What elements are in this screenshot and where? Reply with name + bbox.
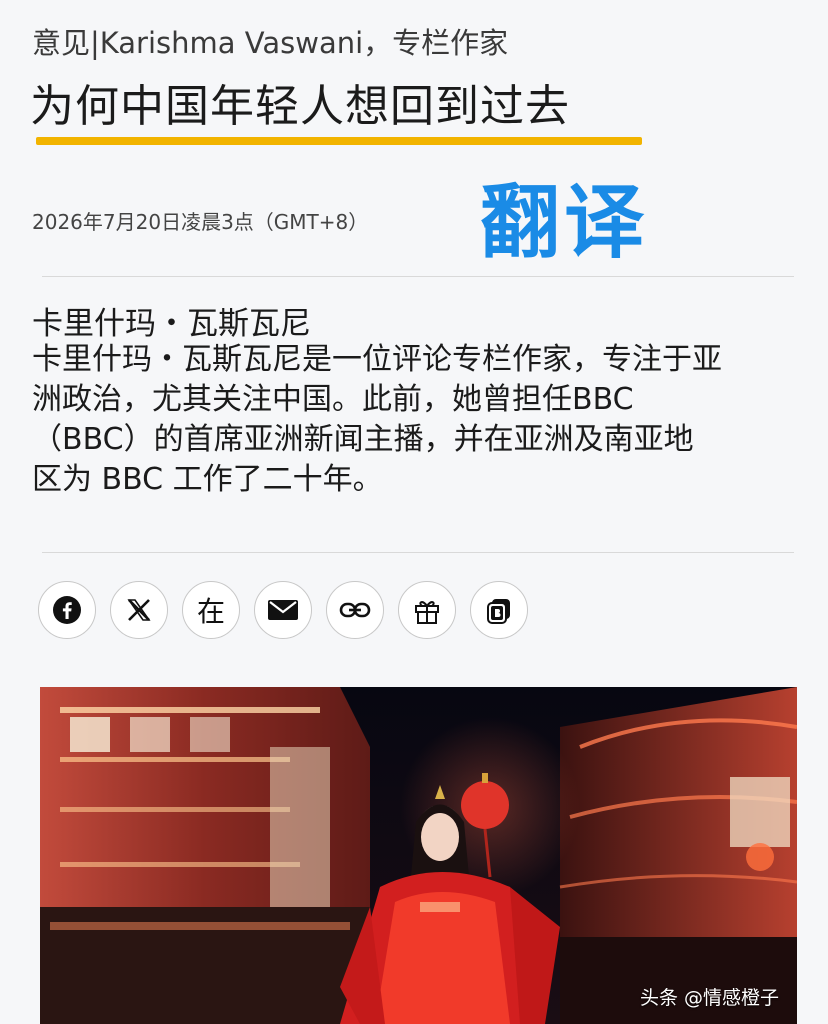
translate-tag: 翻译 (480, 176, 648, 269)
share-email-button[interactable] (254, 581, 312, 639)
author-bio: 卡里什玛・瓦斯瓦尼是一位评论专栏作家，专注于亚洲政治，尤其关注中国。此前，她曾担… (32, 342, 722, 497)
watermark: 头条 @情感橙子 (639, 987, 779, 1009)
night-street-scene (40, 687, 797, 1024)
email-icon (267, 598, 299, 622)
author-name: 卡里什玛・瓦斯瓦尼 (32, 306, 311, 342)
gift-icon (412, 595, 442, 625)
headline-underline (36, 137, 642, 145)
share-row: 在 (38, 581, 528, 639)
byline: 意见|Karishma Vaswani，专栏作家 (32, 26, 509, 60)
headline: 为何中国年轻人想回到过去 (30, 81, 570, 132)
share-x-button[interactable] (110, 581, 168, 639)
facebook-icon (52, 595, 82, 625)
article-photo: 头条 @情感橙子 (40, 687, 797, 1024)
zai-icon: 在 (196, 595, 225, 628)
timestamp: 2026年7月20日凌晨3点（GMT+8） (32, 210, 369, 234)
link-icon (339, 600, 371, 620)
share-facebook-button[interactable] (38, 581, 96, 639)
bookmark-icon (485, 596, 513, 624)
share-bookmark-button[interactable] (470, 581, 528, 639)
share-gift-button[interactable] (398, 581, 456, 639)
divider-bottom (42, 552, 794, 553)
share-link-button[interactable] (326, 581, 384, 639)
share-zai-button[interactable]: 在 (182, 581, 240, 639)
x-icon (125, 596, 153, 624)
divider-top (42, 276, 794, 277)
